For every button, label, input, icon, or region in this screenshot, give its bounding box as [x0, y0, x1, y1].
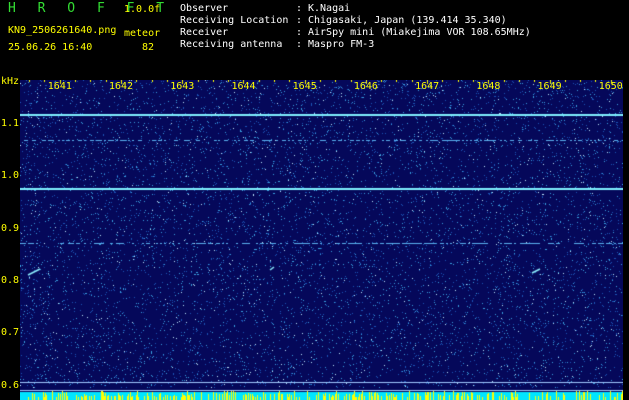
y-tick-label: 1.0 — [1, 170, 20, 182]
y-tick-label: 0.9 — [1, 222, 20, 234]
right-margin — [623, 80, 629, 400]
x-tick-label: 1643 — [170, 81, 195, 92]
header: H R O F F T 1.0.0f KN9_2506261640.png me… — [0, 0, 629, 80]
y-axis-title: kHz — [1, 76, 20, 87]
x-tick-label: 1641 — [47, 81, 72, 92]
spectrogram-plot — [20, 80, 623, 400]
y-tick-label: 0.6 — [1, 379, 20, 391]
x-tick-label: 1645 — [292, 81, 317, 92]
meteor-label: meteor — [124, 28, 161, 39]
info-label-antenna: Receiving antenna — [180, 39, 283, 50]
date-time: 25.06.26 16:40 — [8, 42, 93, 53]
version-label: 1.0.0f — [124, 4, 161, 15]
spectrogram-canvas — [20, 80, 623, 400]
x-tick-label: 1648 — [476, 81, 501, 92]
meteor-count: 82 — [142, 42, 155, 53]
file-name: KN9_2506261640.png — [8, 25, 117, 36]
x-tick-label: 1642 — [109, 81, 134, 92]
x-tick-label: 1647 — [415, 81, 440, 92]
x-tick-label: 1644 — [231, 81, 256, 92]
y-tick-label: 0.8 — [1, 274, 20, 286]
y-tick-label: 1.1 — [1, 117, 20, 129]
info-value-antenna: Maspro FM-3 — [308, 39, 375, 50]
info-colon: : — [296, 39, 303, 50]
x-tick-label: 1650 — [598, 81, 623, 92]
x-tick-label: 1649 — [537, 81, 562, 92]
y-tick-label: 0.7 — [1, 327, 20, 339]
x-tick-label: 1646 — [353, 81, 378, 92]
